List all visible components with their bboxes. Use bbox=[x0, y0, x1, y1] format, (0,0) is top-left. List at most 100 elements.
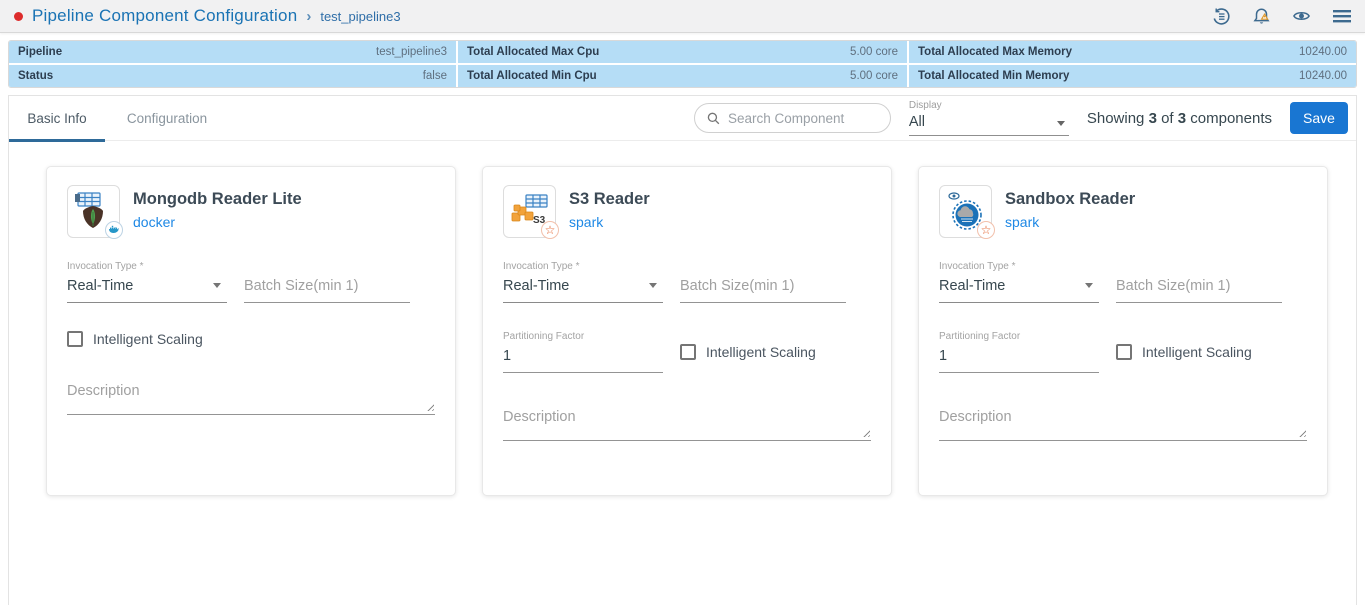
intelligent-scaling-option[interactable]: Intelligent Scaling bbox=[680, 344, 816, 360]
min-cpu-value: 5.00 core bbox=[850, 70, 898, 82]
partitioning-factor-input[interactable] bbox=[503, 347, 663, 373]
card-header: Mongodb Reader Lite docker bbox=[67, 185, 435, 238]
field-row-2: Partitioning Factor Intelligent Scaling bbox=[939, 331, 1307, 373]
history-icon[interactable] bbox=[1212, 7, 1231, 26]
tab-basic-info[interactable]: Basic Info bbox=[9, 96, 105, 141]
status-dot-icon bbox=[14, 12, 23, 21]
batch-size-field bbox=[1116, 277, 1282, 303]
showing-total: 3 bbox=[1178, 110, 1186, 127]
intelligent-scaling-checkbox[interactable] bbox=[1116, 344, 1132, 360]
breadcrumb-pipeline-name[interactable]: test_pipeline3 bbox=[320, 9, 400, 24]
intelligent-scaling-checkbox[interactable] bbox=[680, 344, 696, 360]
s3-spark-icon: S3 ☆ bbox=[503, 185, 556, 238]
invocation-type-select[interactable]: Real-Time bbox=[503, 277, 663, 303]
intelligent-scaling-option[interactable]: Intelligent Scaling bbox=[1116, 344, 1252, 360]
invocation-type-value: Real-Time bbox=[67, 278, 133, 294]
eye-icon[interactable] bbox=[1292, 7, 1311, 26]
batch-size-input[interactable] bbox=[680, 277, 846, 303]
partitioning-factor-field: Partitioning Factor bbox=[503, 331, 663, 373]
max-memory-value: 10240.00 bbox=[1299, 46, 1347, 58]
batch-size-field bbox=[680, 277, 846, 303]
summary-row-max-memory: Total Allocated Max Memory 10240.00 bbox=[909, 41, 1356, 63]
batch-size-input[interactable] bbox=[244, 277, 410, 303]
showing-count-text: Showing 3 of 3 components bbox=[1087, 110, 1272, 127]
tab-basic-info-label: Basic Info bbox=[27, 111, 86, 126]
intelligent-scaling-label: Intelligent Scaling bbox=[93, 331, 203, 347]
tabs-toolbar: Basic Info Configuration Display All Sho… bbox=[9, 96, 1356, 141]
intelligent-scaling-label: Intelligent Scaling bbox=[706, 344, 816, 360]
invocation-type-label: Invocation Type * bbox=[67, 261, 227, 272]
page-title: Pipeline Component Configuration bbox=[32, 6, 297, 26]
intelligent-scaling-checkbox[interactable] bbox=[67, 331, 83, 347]
partitioning-factor-input[interactable] bbox=[939, 347, 1099, 373]
field-row-1: Invocation Type * Real-Time bbox=[67, 261, 435, 303]
field-row-1: Invocation Type * Real-Time bbox=[503, 261, 871, 303]
breadcrumb-chevron-icon: › bbox=[306, 8, 311, 25]
min-memory-label: Total Allocated Min Memory bbox=[918, 70, 1069, 82]
chevron-down-icon bbox=[1057, 121, 1065, 126]
summary-row-max-cpu: Total Allocated Max Cpu 5.00 core bbox=[458, 41, 907, 63]
description-field bbox=[67, 383, 435, 415]
component-engine-link[interactable]: docker bbox=[133, 214, 302, 230]
invocation-type-field: Invocation Type * Real-Time bbox=[939, 261, 1099, 303]
spark-star-icon: ☆ bbox=[977, 221, 995, 239]
docker-whale-icon bbox=[105, 221, 123, 239]
min-memory-value: 10240.00 bbox=[1299, 70, 1347, 82]
intelligent-scaling-option[interactable]: Intelligent Scaling bbox=[67, 331, 203, 347]
summary-row-status: Status false bbox=[9, 65, 456, 87]
max-cpu-value: 5.00 core bbox=[850, 46, 898, 58]
component-title: S3 Reader bbox=[569, 190, 650, 209]
showing-count: 3 bbox=[1149, 110, 1157, 127]
invocation-type-select[interactable]: Real-Time bbox=[67, 277, 227, 303]
invocation-type-label: Invocation Type * bbox=[939, 261, 1099, 272]
save-button[interactable]: Save bbox=[1290, 102, 1348, 134]
partitioning-factor-label: Partitioning Factor bbox=[503, 331, 663, 342]
partitioning-factor-field: Partitioning Factor bbox=[939, 331, 1099, 373]
description-field bbox=[503, 409, 871, 441]
status-value: false bbox=[423, 70, 447, 82]
summary-row-pipeline: Pipeline test_pipeline3 bbox=[9, 41, 456, 63]
pipeline-label: Pipeline bbox=[18, 46, 62, 58]
component-cards-row: Mongodb Reader Lite docker Invocation Ty… bbox=[9, 141, 1356, 496]
description-textarea[interactable] bbox=[503, 409, 871, 441]
summary-row-min-memory: Total Allocated Min Memory 10240.00 bbox=[909, 65, 1356, 87]
pipeline-value: test_pipeline3 bbox=[376, 46, 447, 58]
chevron-down-icon bbox=[213, 283, 221, 288]
summary-row-min-cpu: Total Allocated Min Cpu 5.00 core bbox=[458, 65, 907, 87]
component-card-s3-reader: S3 ☆ S3 Reader spark Invocation Type * R… bbox=[482, 166, 892, 496]
component-engine-link[interactable]: spark bbox=[569, 214, 650, 230]
card-title-block: S3 Reader spark bbox=[569, 185, 650, 230]
intelligent-scaling-label: Intelligent Scaling bbox=[1142, 344, 1252, 360]
mongodb-docker-icon bbox=[67, 185, 120, 238]
tab-configuration-label: Configuration bbox=[127, 111, 207, 126]
field-row-2: Intelligent Scaling bbox=[67, 331, 435, 347]
display-filter-label: Display bbox=[909, 100, 1069, 111]
toolbar-right-group: Display All Showing 3 of 3 components Sa… bbox=[694, 100, 1356, 136]
menu-list-icon[interactable] bbox=[1332, 7, 1351, 26]
display-filter-value: All bbox=[909, 114, 1069, 130]
invocation-type-label: Invocation Type * bbox=[503, 261, 663, 272]
display-filter-select[interactable]: Display All bbox=[909, 100, 1069, 136]
description-textarea[interactable] bbox=[67, 383, 435, 415]
partitioning-factor-label: Partitioning Factor bbox=[939, 331, 1099, 342]
component-engine-link[interactable]: spark bbox=[1005, 214, 1135, 230]
invocation-type-select[interactable]: Real-Time bbox=[939, 277, 1099, 303]
invocation-type-value: Real-Time bbox=[939, 278, 1005, 294]
batch-size-field bbox=[244, 277, 410, 303]
chevron-down-icon bbox=[1085, 283, 1093, 288]
batch-size-input[interactable] bbox=[1116, 277, 1282, 303]
tab-configuration[interactable]: Configuration bbox=[105, 96, 229, 141]
sandbox-spark-icon: ☆ bbox=[939, 185, 992, 238]
description-textarea[interactable] bbox=[939, 409, 1307, 441]
invocation-type-value: Real-Time bbox=[503, 278, 569, 294]
field-row-2: Partitioning Factor Intelligent Scaling bbox=[503, 331, 871, 373]
search-component-input[interactable] bbox=[728, 111, 878, 126]
search-icon bbox=[707, 111, 720, 126]
max-cpu-label: Total Allocated Max Cpu bbox=[467, 46, 599, 58]
card-title-block: Mongodb Reader Lite docker bbox=[133, 185, 302, 230]
component-title: Sandbox Reader bbox=[1005, 190, 1135, 209]
notifications-alert-icon[interactable] bbox=[1252, 7, 1271, 26]
description-field bbox=[939, 409, 1307, 441]
search-component-box[interactable] bbox=[694, 103, 891, 133]
chevron-down-icon bbox=[649, 283, 657, 288]
